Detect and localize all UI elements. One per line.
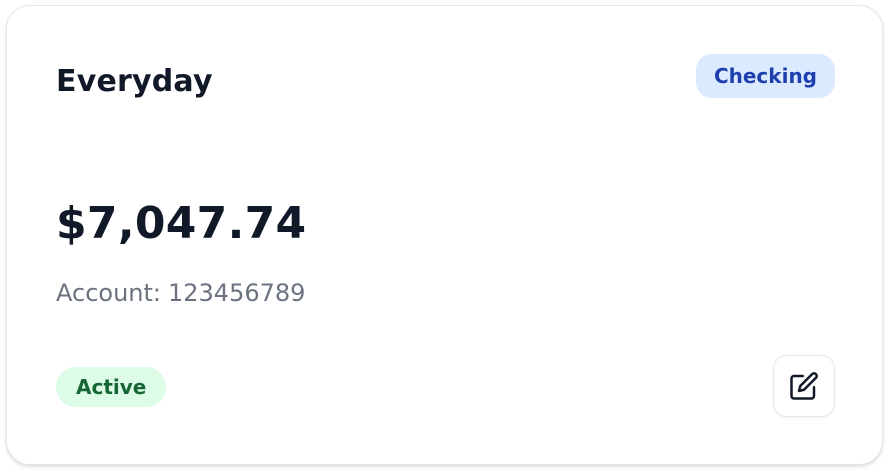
account-name: Everyday: [56, 64, 213, 99]
edit-button[interactable]: [773, 355, 835, 417]
account-balance: $7,047.74: [56, 198, 307, 249]
status-badge: Active: [56, 367, 167, 407]
edit-icon: [789, 371, 819, 401]
account-number-label: Account:: [56, 279, 161, 307]
account-type-badge: Checking: [695, 54, 835, 98]
account-number-row: Account: 123456789: [56, 279, 305, 307]
account-card: Everyday Checking $7,047.74 Account: 1234…: [6, 5, 883, 465]
account-number-value: 123456789: [168, 279, 306, 307]
